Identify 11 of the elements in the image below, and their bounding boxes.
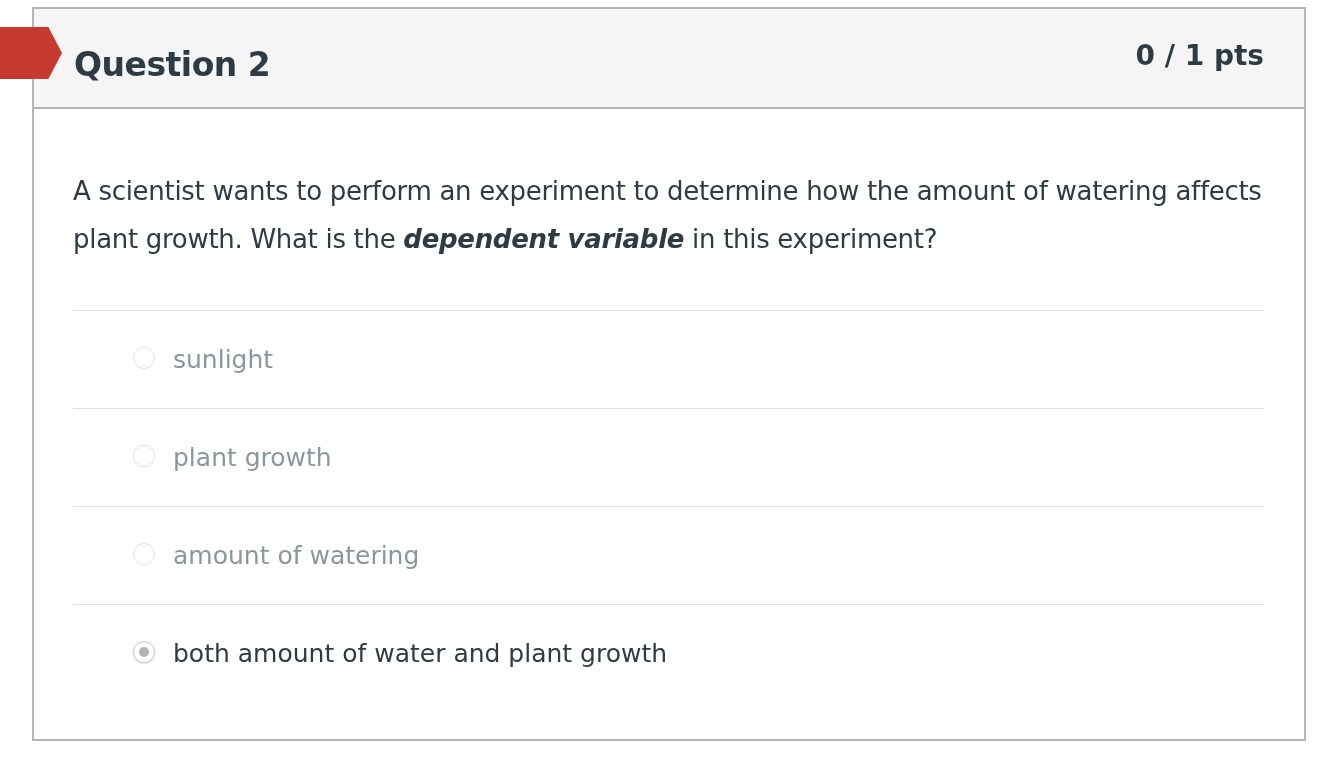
answer-label: sunlight — [173, 345, 274, 374]
answer-label: amount of watering — [173, 541, 420, 570]
answer-option[interactable]: amount of watering — [73, 506, 1264, 604]
answer-option[interactable]: both amount of water and plant growth — [73, 604, 1264, 702]
question-title: Question 2 — [74, 45, 271, 86]
answer-label: both amount of water and plant growth — [173, 639, 668, 668]
answer-option[interactable]: plant growth — [73, 408, 1264, 506]
points-label: 0 / 1 pts — [1135, 39, 1264, 74]
answer-label: plant growth — [173, 443, 332, 472]
answer-option[interactable]: sunlight — [73, 310, 1264, 408]
question-text: A scientist wants to perform an experiment to determine how the amount of watering affects plant growth. What is the dependent variable in this experiment? — [73, 175, 1263, 256]
